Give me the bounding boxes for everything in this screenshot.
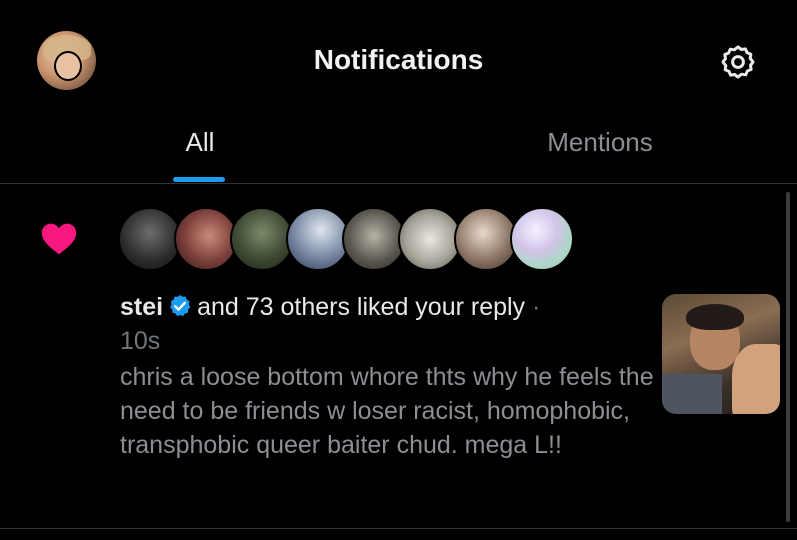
- liker-avatar[interactable]: [118, 207, 182, 271]
- heart-icon: [41, 223, 77, 255]
- liker-avatar[interactable]: [454, 207, 518, 271]
- liker-avatar[interactable]: [230, 207, 294, 271]
- action-text: and 73 others liked your reply: [197, 293, 526, 321]
- tab-all[interactable]: All: [145, 127, 255, 177]
- notification-text: stei and 73 others liked your reply · 10…: [120, 290, 655, 462]
- reply-preview-text: chris a loose bottom whore thts why he f…: [120, 363, 654, 459]
- timestamp: 10s: [120, 327, 161, 355]
- thumbnail-foot: [732, 344, 780, 414]
- notification-summary: stei and 73 others liked your reply ·: [120, 290, 655, 324]
- liker-avatar[interactable]: [398, 207, 462, 271]
- tab-mentions[interactable]: Mentions: [495, 127, 705, 177]
- username[interactable]: stei: [120, 293, 163, 321]
- liker-avatar[interactable]: [510, 207, 574, 271]
- active-tab-indicator: [173, 177, 225, 182]
- divider: [0, 528, 797, 529]
- gear-icon: [721, 45, 755, 79]
- thumbnail-hair: [686, 304, 744, 330]
- notifications-screen: Notifications All Mentions stei and 73 o…: [0, 0, 797, 540]
- thumbnail-shirt: [662, 374, 722, 414]
- settings-button[interactable]: [718, 42, 758, 82]
- liker-avatar[interactable]: [174, 207, 238, 271]
- verified-badge-icon: [170, 294, 191, 317]
- scrollbar[interactable]: [786, 192, 790, 522]
- tab-bar: All Mentions: [0, 115, 797, 184]
- liker-avatar[interactable]: [286, 207, 350, 271]
- header: Notifications: [0, 0, 797, 115]
- liker-avatar[interactable]: [342, 207, 406, 271]
- liker-avatars: [118, 207, 608, 271]
- media-thumbnail[interactable]: [662, 294, 780, 414]
- separator-dot: ·: [532, 293, 541, 321]
- page-title: Notifications: [313, 44, 484, 75]
